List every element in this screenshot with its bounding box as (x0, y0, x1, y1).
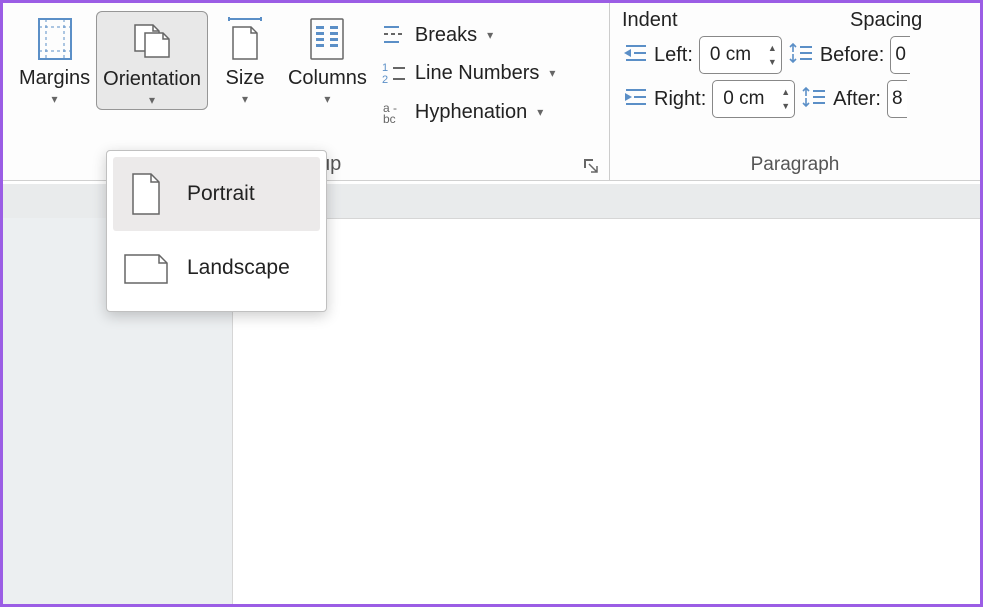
portrait-menu-item[interactable]: Portrait (113, 157, 320, 231)
indent-left-spinbox[interactable]: 0 cm ▲ ▼ (699, 36, 782, 74)
spin-down-icon[interactable]: ▼ (768, 55, 777, 69)
line-numbers-label: Line Numbers (415, 62, 540, 85)
chevron-down-icon: ▾ (549, 66, 555, 80)
line-numbers-button[interactable]: 1 2 Line Numbers ▾ (373, 55, 564, 91)
chevron-down-icon: ▾ (324, 92, 330, 106)
spacing-before-icon (788, 42, 814, 68)
spin-down-icon[interactable]: ▼ (781, 99, 790, 113)
hyphenation-label: Hyphenation (415, 101, 527, 124)
spin-up-icon[interactable]: ▲ (768, 41, 777, 55)
spin-up-icon[interactable]: ▲ (781, 85, 790, 99)
breaks-icon (381, 23, 407, 47)
indent-right-value: 0 cm (713, 88, 781, 110)
chevron-down-icon: ▾ (149, 93, 155, 107)
portrait-label: Portrait (187, 182, 255, 206)
svg-text:1: 1 (382, 62, 388, 74)
margins-button[interactable]: Margins ▾ (13, 11, 96, 108)
columns-label: Columns (288, 67, 367, 90)
spacing-after-icon (801, 86, 827, 112)
line-numbers-icon: 1 2 (381, 61, 407, 85)
svg-text:2: 2 (382, 74, 388, 85)
indent-left-icon (622, 42, 648, 68)
indent-right-label: Right: (654, 88, 706, 111)
orientation-button[interactable]: Orientation ▾ (96, 11, 208, 110)
landscape-icon (123, 245, 169, 291)
indent-right-icon (622, 86, 648, 112)
orientation-dropdown: Portrait Landscape (106, 150, 327, 312)
margins-icon (35, 15, 75, 63)
spacing-after-spinbox[interactable]: 8 (887, 80, 907, 118)
indent-left-label: Left: (654, 44, 693, 67)
margins-label: Margins (19, 67, 90, 90)
landscape-label: Landscape (187, 256, 290, 280)
spacing-after-label: After: (833, 88, 881, 111)
hyphenation-button[interactable]: a - bc Hyphenation ▾ (373, 93, 564, 131)
indent-right-spinbox[interactable]: 0 cm ▲ ▼ (712, 80, 795, 118)
orientation-icon (129, 16, 175, 64)
spacing-after-value: 8 (888, 88, 907, 110)
portrait-icon (123, 171, 169, 217)
page-setup-large-buttons: Margins ▾ Orientation ▾ (3, 3, 601, 131)
columns-icon (307, 15, 347, 63)
spacing-before-value: 0 (891, 44, 910, 66)
indent-left-value: 0 cm (700, 44, 768, 66)
paragraph-section: Indent Spacing Left: 0 cm (610, 3, 980, 180)
chevron-down-icon: ▾ (52, 92, 58, 106)
spacing-before-label: Before: (820, 44, 884, 67)
spacing-header: Spacing (850, 9, 980, 32)
chevron-down-icon: ▾ (537, 105, 543, 119)
breaks-label: Breaks (415, 24, 477, 47)
chevron-down-icon: ▾ (487, 28, 493, 42)
size-label: Size (226, 67, 265, 90)
breaks-button[interactable]: Breaks ▾ (373, 17, 564, 53)
spacing-before-spinbox[interactable]: 0 (890, 36, 910, 74)
svg-text:bc: bc (383, 112, 396, 125)
landscape-menu-item[interactable]: Landscape (113, 231, 320, 305)
page-setup-dialog-launcher[interactable] (583, 158, 601, 176)
document-page[interactable] (232, 218, 980, 604)
size-button[interactable]: Size ▾ (208, 11, 282, 108)
hyphenation-icon: a - bc (381, 99, 407, 125)
columns-button[interactable]: Columns ▾ (282, 11, 373, 108)
size-icon (223, 15, 267, 63)
paragraph-section-label: Paragraph (610, 154, 980, 176)
chevron-down-icon: ▾ (242, 92, 248, 106)
indent-header: Indent (622, 9, 850, 32)
orientation-label: Orientation (103, 68, 201, 91)
